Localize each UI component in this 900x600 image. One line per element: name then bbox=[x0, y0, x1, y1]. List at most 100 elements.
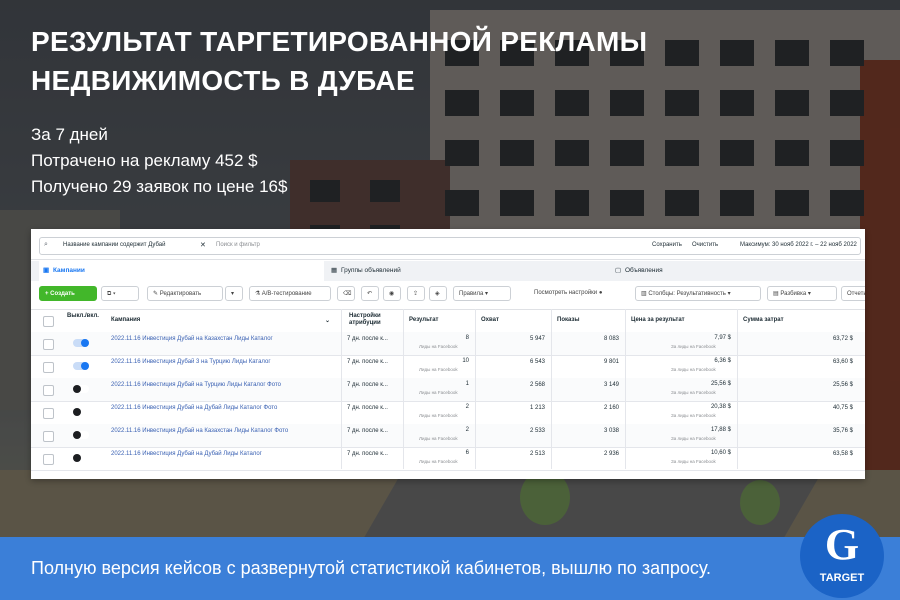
col-amount-spent[interactable]: Сумма затрат bbox=[743, 317, 784, 323]
campaign-toggle[interactable] bbox=[73, 408, 89, 416]
row-checkbox[interactable] bbox=[43, 385, 54, 396]
col-attribution[interactable]: Настройки атрибуции bbox=[349, 313, 389, 327]
row-checkbox[interactable] bbox=[43, 339, 54, 350]
campaign-name-link[interactable]: 2022.11.16 Инвестиция Дубай на Казахстан… bbox=[111, 336, 273, 342]
table-row[interactable]: 2022.11.16 Инвестиция Дубай на Турцию Ли… bbox=[31, 378, 865, 402]
undo-icon: ↶ bbox=[367, 291, 373, 297]
result-type: Лиды на Facebook bbox=[419, 459, 458, 464]
breakdown-button[interactable]: ▤ Разбивка ▾ bbox=[767, 286, 837, 301]
cost-per-result-type: За лиды на Facebook bbox=[671, 344, 716, 349]
column-divider bbox=[737, 309, 738, 469]
folder-icon: ▣ bbox=[43, 267, 50, 274]
table-row[interactable]: 2022.11.16 Инвестиция Дубай на Дубай Лид… bbox=[31, 447, 865, 471]
table-row[interactable]: 2022.11.16 Инвестиция Дубай на Дубай Лид… bbox=[31, 401, 865, 425]
edit-dropdown-button[interactable]: ▾ bbox=[225, 286, 243, 301]
table-row[interactable]: 2022.11.16 Инвестиция Дубай на Казахстан… bbox=[31, 332, 865, 356]
campaign-toggle[interactable] bbox=[73, 339, 89, 347]
toggle-icon: ● bbox=[597, 290, 603, 296]
cost-per-result-type: За лиды на Facebook bbox=[671, 367, 716, 372]
attribution-setting: 7 дн. после к... bbox=[347, 336, 388, 342]
search-placeholder[interactable]: Поиск и фильтр bbox=[216, 240, 260, 251]
view-settings-toggle[interactable]: Посмотреть настройки ● bbox=[529, 286, 629, 301]
attribution-setting: 7 дн. после к... bbox=[347, 359, 388, 365]
cost-per-result-value: 6,36 $ bbox=[714, 358, 731, 364]
banner-text: Полную версия кейсов с развернутой стати… bbox=[31, 558, 712, 578]
amount-spent-value: 63,58 $ bbox=[832, 451, 853, 457]
create-button[interactable]: + Создать bbox=[39, 286, 97, 301]
campaign-name-link[interactable]: 2022.11.16 Инвестиция Дубай на Турцию Ли… bbox=[111, 382, 281, 388]
row-checkbox[interactable] bbox=[43, 408, 54, 419]
row-checkbox[interactable] bbox=[43, 362, 54, 373]
headline: РЕЗУЛЬТАТ ТАРГЕТИРОВАННОЙ РЕКЛАМЫ НЕДВИЖ… bbox=[31, 22, 647, 100]
edit-button[interactable]: ✎ Редактировать bbox=[147, 286, 223, 301]
row-checkbox[interactable] bbox=[43, 431, 54, 442]
ab-test-button[interactable]: ⚗ A/B-тестирование bbox=[249, 286, 331, 301]
campaign-toggle[interactable] bbox=[73, 362, 89, 370]
campaign-toggle[interactable] bbox=[73, 454, 89, 462]
rules-button[interactable]: Правила ▾ bbox=[453, 286, 511, 301]
campaign-name-link[interactable]: 2022.11.16 Инвестиция Дубай на Дубай Лид… bbox=[111, 405, 277, 411]
trash-icon: ⌫ bbox=[343, 291, 352, 297]
save-button[interactable]: Сохранить bbox=[652, 240, 682, 251]
cost-per-result-value: 7,97 $ bbox=[714, 335, 731, 341]
ads-manager-screenshot: ⌕ Название кампании содержит Дубай ✕ Пои… bbox=[31, 229, 865, 479]
tag-button[interactable]: ◈ bbox=[429, 286, 447, 301]
col-result[interactable]: Результат bbox=[409, 317, 438, 323]
headline-line-2: НЕДВИЖИМОСТЬ В ДУБАЕ bbox=[31, 65, 415, 96]
tab-ad-sets[interactable]: ▦ Группы объявлений bbox=[327, 261, 607, 281]
table-row[interactable]: 2022.11.16 Инвестиция Дубай 3 на Турцию … bbox=[31, 355, 865, 379]
ad-icon: ▢ bbox=[615, 267, 622, 274]
chevron-down-icon: ▾ bbox=[483, 291, 489, 297]
campaign-toggle[interactable] bbox=[73, 385, 89, 393]
lock-button[interactable]: ◉ bbox=[383, 286, 401, 301]
lock-icon: ◉ bbox=[389, 291, 395, 297]
campaign-name-link[interactable]: 2022.11.16 Инвестиция Дубай на Казахстан… bbox=[111, 428, 288, 434]
filter-bar: ⌕ Название кампании содержит Дубай ✕ Пои… bbox=[31, 229, 865, 260]
col-reach[interactable]: Охват bbox=[481, 317, 499, 323]
reports-button[interactable]: Отчеты bbox=[841, 286, 865, 301]
campaign-name-link[interactable]: 2022.11.16 Инвестиция Дубай 3 на Турцию … bbox=[111, 359, 271, 365]
clear-button[interactable]: Очистить bbox=[692, 240, 718, 251]
chevron-down-icon: ▾ bbox=[806, 291, 811, 297]
result-value: 2 bbox=[465, 404, 469, 410]
result-value: 10 bbox=[462, 358, 469, 364]
filter-chip[interactable]: Название кампании содержит Дубай bbox=[60, 240, 168, 251]
export-button[interactable]: ⇪ bbox=[407, 286, 425, 301]
tab-campaigns[interactable]: ▣ Кампании bbox=[39, 261, 324, 281]
impressions-value: 3 038 bbox=[603, 428, 619, 434]
cost-per-result-type: За лиды на Facebook bbox=[671, 459, 716, 464]
row-checkbox[interactable] bbox=[43, 454, 54, 465]
remove-filter-icon[interactable]: ✕ bbox=[200, 240, 206, 251]
amount-spent-value: 40,75 $ bbox=[832, 405, 853, 411]
logo-letter: G bbox=[824, 520, 860, 569]
tab-ads[interactable]: ▢ Объявления bbox=[611, 261, 865, 281]
chevron-down-icon: ▾ bbox=[231, 291, 235, 297]
col-campaign[interactable]: Кампания bbox=[111, 317, 140, 323]
sort-icon[interactable]: ⌄ bbox=[325, 317, 330, 324]
col-on-off[interactable]: Выкл./вкл. bbox=[67, 313, 99, 320]
column-divider bbox=[475, 309, 476, 469]
result-value: 6 bbox=[465, 450, 469, 456]
undo-button[interactable]: ↶ bbox=[361, 286, 379, 301]
table-header: Выкл./вкл. Кампания ⌄ Настройки атрибуци… bbox=[31, 309, 865, 333]
campaign-toggle[interactable] bbox=[73, 431, 89, 439]
select-all-checkbox[interactable] bbox=[43, 316, 54, 327]
col-impressions[interactable]: Показы bbox=[557, 317, 580, 323]
col-cost-per-result[interactable]: Цена за результат bbox=[631, 317, 685, 323]
delete-button[interactable]: ⌫ bbox=[337, 286, 355, 301]
date-range-picker[interactable]: Максимум: 30 нояб 2022 г. – 22 нояб 2022 bbox=[740, 240, 857, 251]
cost-per-result-value: 10,60 $ bbox=[710, 450, 731, 456]
attribution-setting: 7 дн. после к... bbox=[347, 382, 388, 388]
columns-button[interactable]: ▥ Столбцы: Результативность ▾ bbox=[635, 286, 761, 301]
level-tabs: ▣ Кампании ▦ Группы объявлений ▢ Объявле… bbox=[31, 261, 865, 281]
reach-value: 5 947 bbox=[529, 336, 545, 342]
search-icon: ⌕ bbox=[44, 241, 48, 248]
search-filter-box[interactable]: ⌕ Название кампании содержит Дубай ✕ Пои… bbox=[39, 237, 861, 255]
duplicate-button[interactable]: ⧉ ▾ bbox=[101, 286, 139, 301]
campaign-name-link[interactable]: 2022.11.16 Инвестиция Дубай на Дубай Лид… bbox=[111, 451, 262, 457]
table-row[interactable]: 2022.11.16 Инвестиция Дубай на Казахстан… bbox=[31, 424, 865, 448]
cost-per-result-type: За лиды на Facebook bbox=[671, 436, 716, 441]
impressions-value: 3 149 bbox=[603, 382, 619, 388]
pencil-icon: ✎ bbox=[153, 291, 160, 297]
result-value: 2 bbox=[465, 427, 469, 433]
